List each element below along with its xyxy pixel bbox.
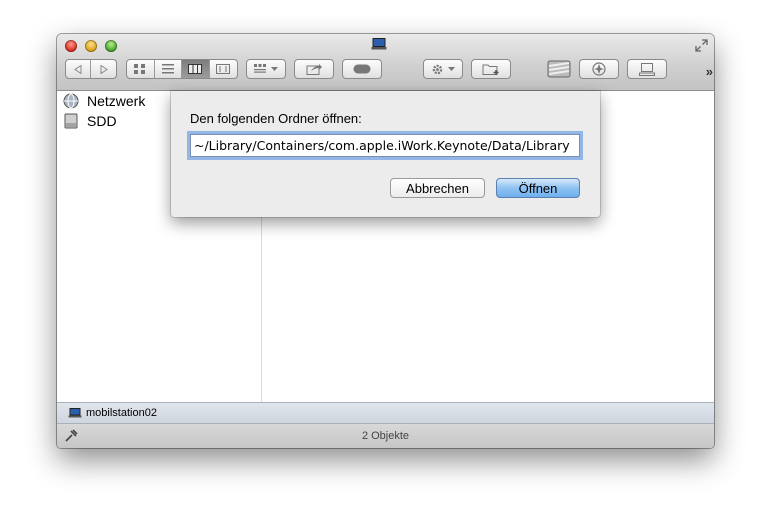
computer-icon <box>68 408 82 418</box>
open-button[interactable]: Öffnen <box>496 178 580 198</box>
disk-icon[interactable] <box>547 59 571 79</box>
path-bar-item[interactable]: mobilstation02 <box>86 407 157 419</box>
action-menu-button[interactable] <box>423 59 463 79</box>
view-mode-control <box>126 59 238 79</box>
path-bar: mobilstation02 <box>57 402 714 424</box>
back-forward-control <box>65 59 117 79</box>
toolbar-overflow-button[interactable]: » <box>706 64 713 79</box>
title-bar: » <box>57 34 714 91</box>
goto-folder-label: Den folgenden Ordner öffnen: <box>190 111 362 126</box>
connect-button[interactable] <box>627 59 667 79</box>
item-count: 2 Objekte <box>361 430 410 442</box>
zoom-window-button[interactable] <box>105 40 117 52</box>
cover-flow-icon <box>216 64 231 74</box>
burn-button[interactable] <box>579 59 619 79</box>
new-folder-button[interactable] <box>471 59 511 79</box>
computer-icon <box>371 38 387 50</box>
close-window-button[interactable] <box>65 40 77 52</box>
striped-disk-icon <box>547 60 571 78</box>
chevron-down-icon <box>448 66 455 71</box>
edit-tags-button[interactable] <box>342 59 382 79</box>
computer-icon <box>639 62 655 76</box>
column-view-button[interactable] <box>182 60 210 78</box>
list-icon <box>161 64 174 74</box>
share-icon <box>306 64 322 75</box>
folder-path-input[interactable] <box>190 134 580 157</box>
forward-arrow-icon <box>100 64 108 74</box>
arrange-grid-icon <box>254 64 266 73</box>
sidebar-item-sdd[interactable]: SDD <box>63 112 117 130</box>
cancel-button[interactable]: Abbrechen <box>390 178 485 198</box>
tag-pill-icon <box>353 64 371 74</box>
minimize-window-button[interactable] <box>85 40 97 52</box>
sidebar-item-label: SDD <box>87 113 117 129</box>
sidebar-item-label: Netzwerk <box>87 93 146 109</box>
goto-folder-sheet: Den folgenden Ordner öffnen: Abbrechen Ö… <box>171 91 600 217</box>
status-bar: 2 Objekte <box>57 424 714 448</box>
new-folder-icon <box>482 64 499 75</box>
grid-icon <box>134 64 146 74</box>
arrange-dropdown[interactable] <box>246 59 286 79</box>
network-globe-icon <box>63 93 79 109</box>
gear-icon <box>432 64 443 74</box>
columns-icon <box>188 64 203 74</box>
sidebar-item-netzwerk[interactable]: Netzwerk <box>63 92 145 110</box>
back-arrow-icon <box>74 64 82 74</box>
icon-view-button[interactable] <box>127 60 155 78</box>
chevron-down-icon <box>271 66 278 71</box>
cover-flow-button[interactable] <box>210 60 237 78</box>
tools-icon[interactable] <box>65 429 78 442</box>
share-button[interactable] <box>294 59 334 79</box>
finder-window: » Netzwerk SDD mobilstation02 2 Objekte … <box>57 34 714 448</box>
forward-button[interactable] <box>91 60 116 78</box>
hard-drive-icon <box>64 113 78 129</box>
list-view-button[interactable] <box>155 60 182 78</box>
burn-icon <box>592 62 606 76</box>
back-button[interactable] <box>66 60 92 78</box>
fullscreen-icon[interactable] <box>695 39 708 52</box>
